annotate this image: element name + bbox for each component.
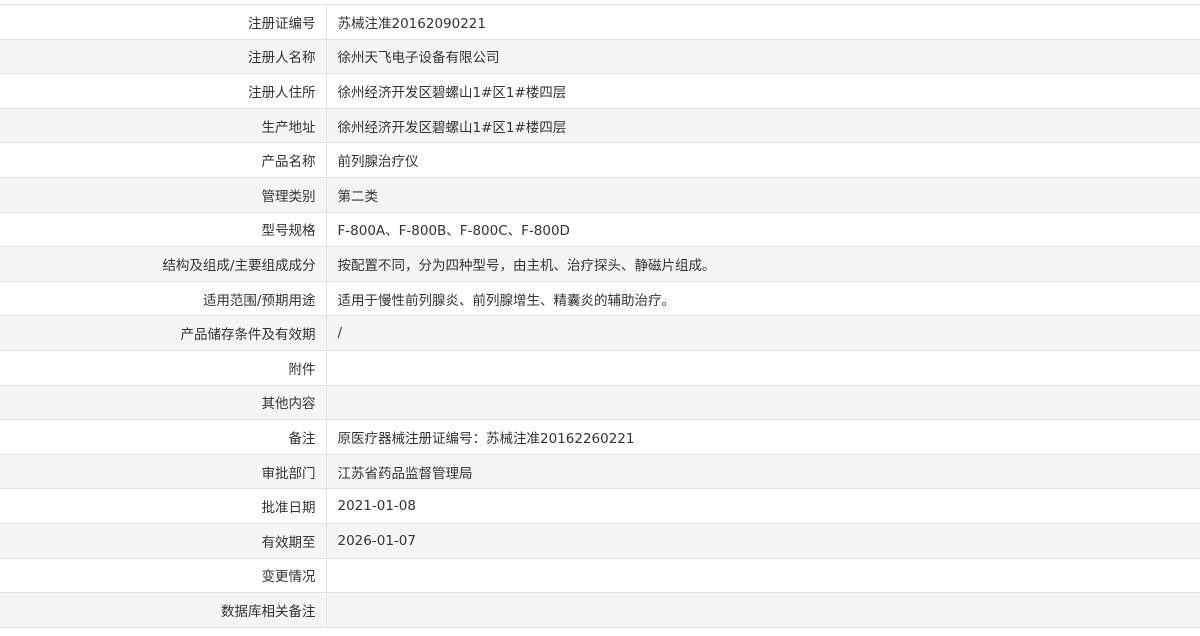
field-label: 附件 bbox=[0, 349, 327, 386]
field-value: 徐州经济开发区碧螺山1#区1#楼四层 bbox=[326, 73, 1200, 109]
row-registration-number: 注册证编号 苏械注准20162090221 bbox=[0, 4, 1200, 40]
row-storage-validity: 产品储存条件及有效期 / bbox=[0, 315, 1200, 351]
field-value bbox=[326, 592, 1200, 628]
field-value: 原医疗器械注册证编号：苏械注准20162260221 bbox=[326, 419, 1200, 455]
field-label: 变更情况 bbox=[0, 557, 327, 594]
field-label: 产品名称 bbox=[0, 142, 327, 178]
field-label: 结构及组成/主要组成成分 bbox=[0, 246, 327, 282]
row-change-history: 变更情况 bbox=[0, 557, 1200, 594]
field-label: 批准日期 bbox=[0, 488, 327, 524]
row-remarks: 备注 原医疗器械注册证编号：苏械注准20162260221 bbox=[0, 419, 1200, 455]
row-database-remarks: 数据库相关备注 bbox=[0, 592, 1200, 628]
row-valid-until: 有效期至 2026-01-07 bbox=[0, 522, 1200, 559]
field-label: 适用范围/预期用途 bbox=[0, 280, 327, 317]
field-value: / bbox=[326, 315, 1200, 351]
row-approval-department: 审批部门 江苏省药品监督管理局 bbox=[0, 453, 1200, 490]
field-label: 注册证编号 bbox=[0, 4, 327, 40]
field-label: 备注 bbox=[0, 419, 327, 455]
field-label: 型号规格 bbox=[0, 211, 327, 248]
row-model-spec: 型号规格 F-800A、F-800B、F-800C、F-800D bbox=[0, 211, 1200, 248]
field-value: 前列腺治疗仪 bbox=[326, 142, 1200, 178]
field-value: 徐州天飞电子设备有限公司 bbox=[326, 38, 1200, 75]
field-value: 适用于慢性前列腺炎、前列腺增生、精囊炎的辅助治疗。 bbox=[326, 280, 1200, 317]
field-value: 2021-01-08 bbox=[326, 488, 1200, 524]
field-value: F-800A、F-800B、F-800C、F-800D bbox=[326, 211, 1200, 248]
field-label: 其他内容 bbox=[0, 384, 327, 421]
row-production-address: 生产地址 徐州经济开发区碧螺山1#区1#楼四层 bbox=[0, 107, 1200, 144]
row-product-name: 产品名称 前列腺治疗仪 bbox=[0, 142, 1200, 178]
field-label: 审批部门 bbox=[0, 453, 327, 490]
row-intended-use: 适用范围/预期用途 适用于慢性前列腺炎、前列腺增生、精囊炎的辅助治疗。 bbox=[0, 280, 1200, 317]
field-label: 数据库相关备注 bbox=[0, 592, 327, 628]
field-value: 江苏省药品监督管理局 bbox=[326, 453, 1200, 490]
row-registrant-name: 注册人名称 徐州天飞电子设备有限公司 bbox=[0, 38, 1200, 75]
field-value bbox=[326, 384, 1200, 421]
field-value: 第二类 bbox=[326, 176, 1200, 213]
field-value: 按配置不同，分为四种型号，由主机、治疗探头、静磁片组成。 bbox=[326, 246, 1200, 282]
field-value: 2026-01-07 bbox=[326, 522, 1200, 559]
field-label: 注册人住所 bbox=[0, 73, 327, 109]
row-attachments: 附件 bbox=[0, 349, 1200, 386]
registration-detail-table: 注册证编号 苏械注准20162090221 注册人名称 徐州天飞电子设备有限公司… bbox=[0, 4, 1200, 628]
field-value: 苏械注准20162090221 bbox=[326, 4, 1200, 40]
field-label: 有效期至 bbox=[0, 522, 327, 559]
field-label: 生产地址 bbox=[0, 107, 327, 144]
field-value bbox=[326, 557, 1200, 594]
row-registrant-address: 注册人住所 徐州经济开发区碧螺山1#区1#楼四层 bbox=[0, 73, 1200, 109]
row-management-class: 管理类别 第二类 bbox=[0, 176, 1200, 213]
field-label: 管理类别 bbox=[0, 176, 327, 213]
field-label: 产品储存条件及有效期 bbox=[0, 315, 327, 351]
field-label: 注册人名称 bbox=[0, 38, 327, 75]
row-approval-date: 批准日期 2021-01-08 bbox=[0, 488, 1200, 524]
field-value bbox=[326, 349, 1200, 386]
row-other-content: 其他内容 bbox=[0, 384, 1200, 421]
field-value: 徐州经济开发区碧螺山1#区1#楼四层 bbox=[326, 107, 1200, 144]
row-structure-composition: 结构及组成/主要组成成分 按配置不同，分为四种型号，由主机、治疗探头、静磁片组成… bbox=[0, 246, 1200, 282]
